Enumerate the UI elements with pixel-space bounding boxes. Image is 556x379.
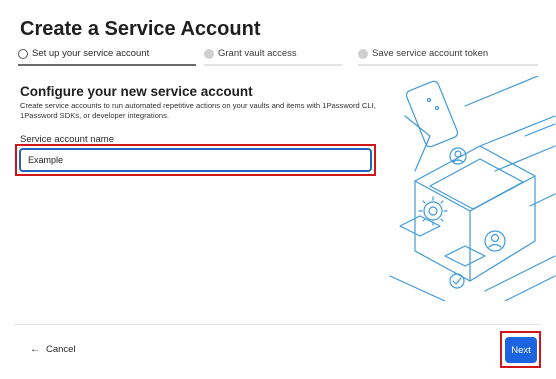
step-label: Set up your service account	[32, 48, 150, 59]
cancel-label: Cancel	[46, 344, 76, 355]
step-pending-indicator	[204, 49, 214, 59]
step-setup: Set up your service account	[18, 48, 196, 66]
footer-divider	[14, 324, 542, 325]
step-save-token: Save service account token	[358, 48, 538, 66]
step-progress-bar	[18, 64, 196, 66]
cancel-button[interactable]: ← Cancel	[30, 344, 76, 355]
next-button[interactable]: Next	[505, 337, 537, 363]
step-label: Save service account token	[372, 48, 489, 59]
page-title: Create a Service Account	[20, 18, 261, 40]
step-pending-indicator	[358, 49, 368, 59]
arrow-left-icon: ←	[30, 344, 40, 355]
step-progress-bar	[204, 64, 342, 66]
step-progress-bar	[358, 64, 538, 66]
step-grant-vault-access: Grant vault access	[204, 48, 342, 66]
service-account-illustration	[389, 76, 556, 301]
step-label: Grant vault access	[218, 48, 297, 59]
step-current-indicator	[18, 49, 28, 59]
section-description: Create service accounts to run automated…	[20, 101, 376, 120]
section-heading: Configure your new service account	[20, 84, 253, 99]
service-account-name-input[interactable]	[19, 148, 372, 172]
